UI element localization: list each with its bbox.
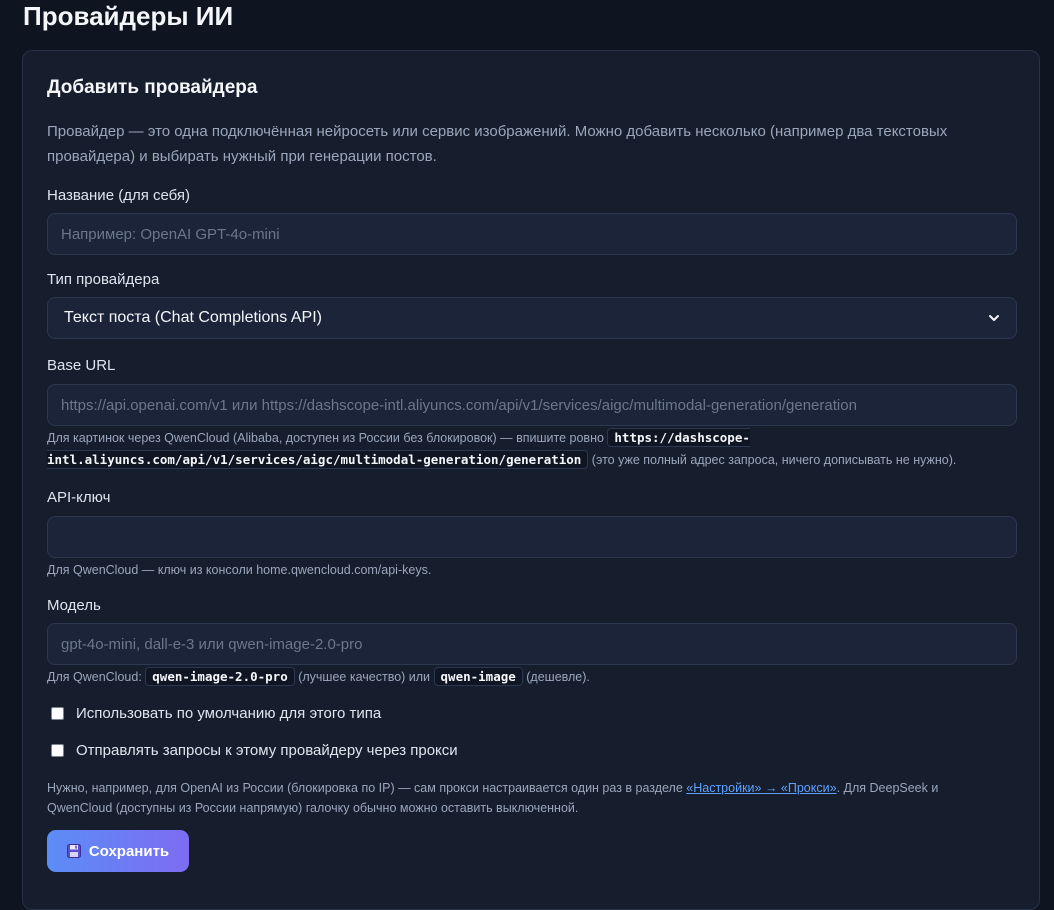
proxy-checkbox[interactable] [51, 744, 64, 757]
name-input[interactable] [47, 213, 1017, 255]
save-button[interactable]: Сохранить [47, 830, 189, 872]
proxy-checkbox-label: Отправлять запросы к этому провайдеру че… [76, 742, 458, 759]
api-key-label: API-ключ [47, 489, 111, 506]
name-label: Название (для себя) [47, 187, 191, 204]
default-checkbox-label: Использовать по умолчанию для этого типа [76, 705, 382, 722]
model-hint-prefix: Для QwenCloud: [47, 670, 146, 684]
model-code-pro: qwen-image-2.0-pro [145, 667, 295, 686]
provider-type-value: Текст поста (Chat Completions API) [64, 309, 322, 326]
base-url-label: Base URL [47, 357, 116, 374]
base-url-hint-suffix: (это уже полный адрес запроса, ничего до… [588, 453, 957, 467]
model-input[interactable] [47, 623, 1017, 665]
save-button-label: Сохранить [88, 842, 170, 860]
proxy-note: Нужно, например, для OpenAI из России (б… [47, 778, 1007, 818]
page-title: Провайдеры ИИ [23, 1, 234, 31]
add-provider-card: Добавить провайдера Провайдер — это одна… [22, 50, 1040, 910]
base-url-hint-prefix: Для картинок через QwenCloud (Alibaba, д… [47, 431, 608, 445]
model-hint-middle: (лучшее качество) или [294, 670, 434, 684]
base-url-hint: Для картинок через QwenCloud (Alibaba, д… [47, 427, 1022, 471]
proxy-checkbox-row[interactable]: Отправлять запросы к этому провайдеру че… [51, 742, 458, 759]
api-key-hint: Для QwenCloud — ключ из консоли home.qwe… [47, 563, 432, 577]
chevron-down-icon [989, 315, 999, 321]
provider-type-label: Тип провайдера [47, 271, 160, 288]
floppy-disk-icon [66, 844, 81, 858]
default-checkbox-row[interactable]: Использовать по умолчанию для этого типа [51, 705, 381, 722]
model-hint-suffix: (дешевле). [522, 670, 590, 684]
proxy-note-prefix: Нужно, например, для OpenAI из России (б… [47, 781, 687, 795]
intro-text: Провайдер — это одна подключённая нейрос… [47, 123, 948, 165]
proxy-settings-link[interactable]: «Настройки» → «Прокси» [686, 781, 836, 795]
card-title: Добавить провайдера [47, 77, 258, 98]
api-key-input[interactable] [47, 516, 1017, 558]
default-checkbox[interactable] [51, 707, 64, 720]
model-code-basic: qwen-image [433, 667, 523, 686]
provider-type-select[interactable]: Текст поста (Chat Completions API) [47, 297, 1017, 339]
model-hint: Для QwenCloud: qwen-image-2.0-pro (лучше… [47, 666, 1022, 688]
model-label: Модель [47, 597, 101, 614]
base-url-input[interactable] [47, 384, 1017, 426]
